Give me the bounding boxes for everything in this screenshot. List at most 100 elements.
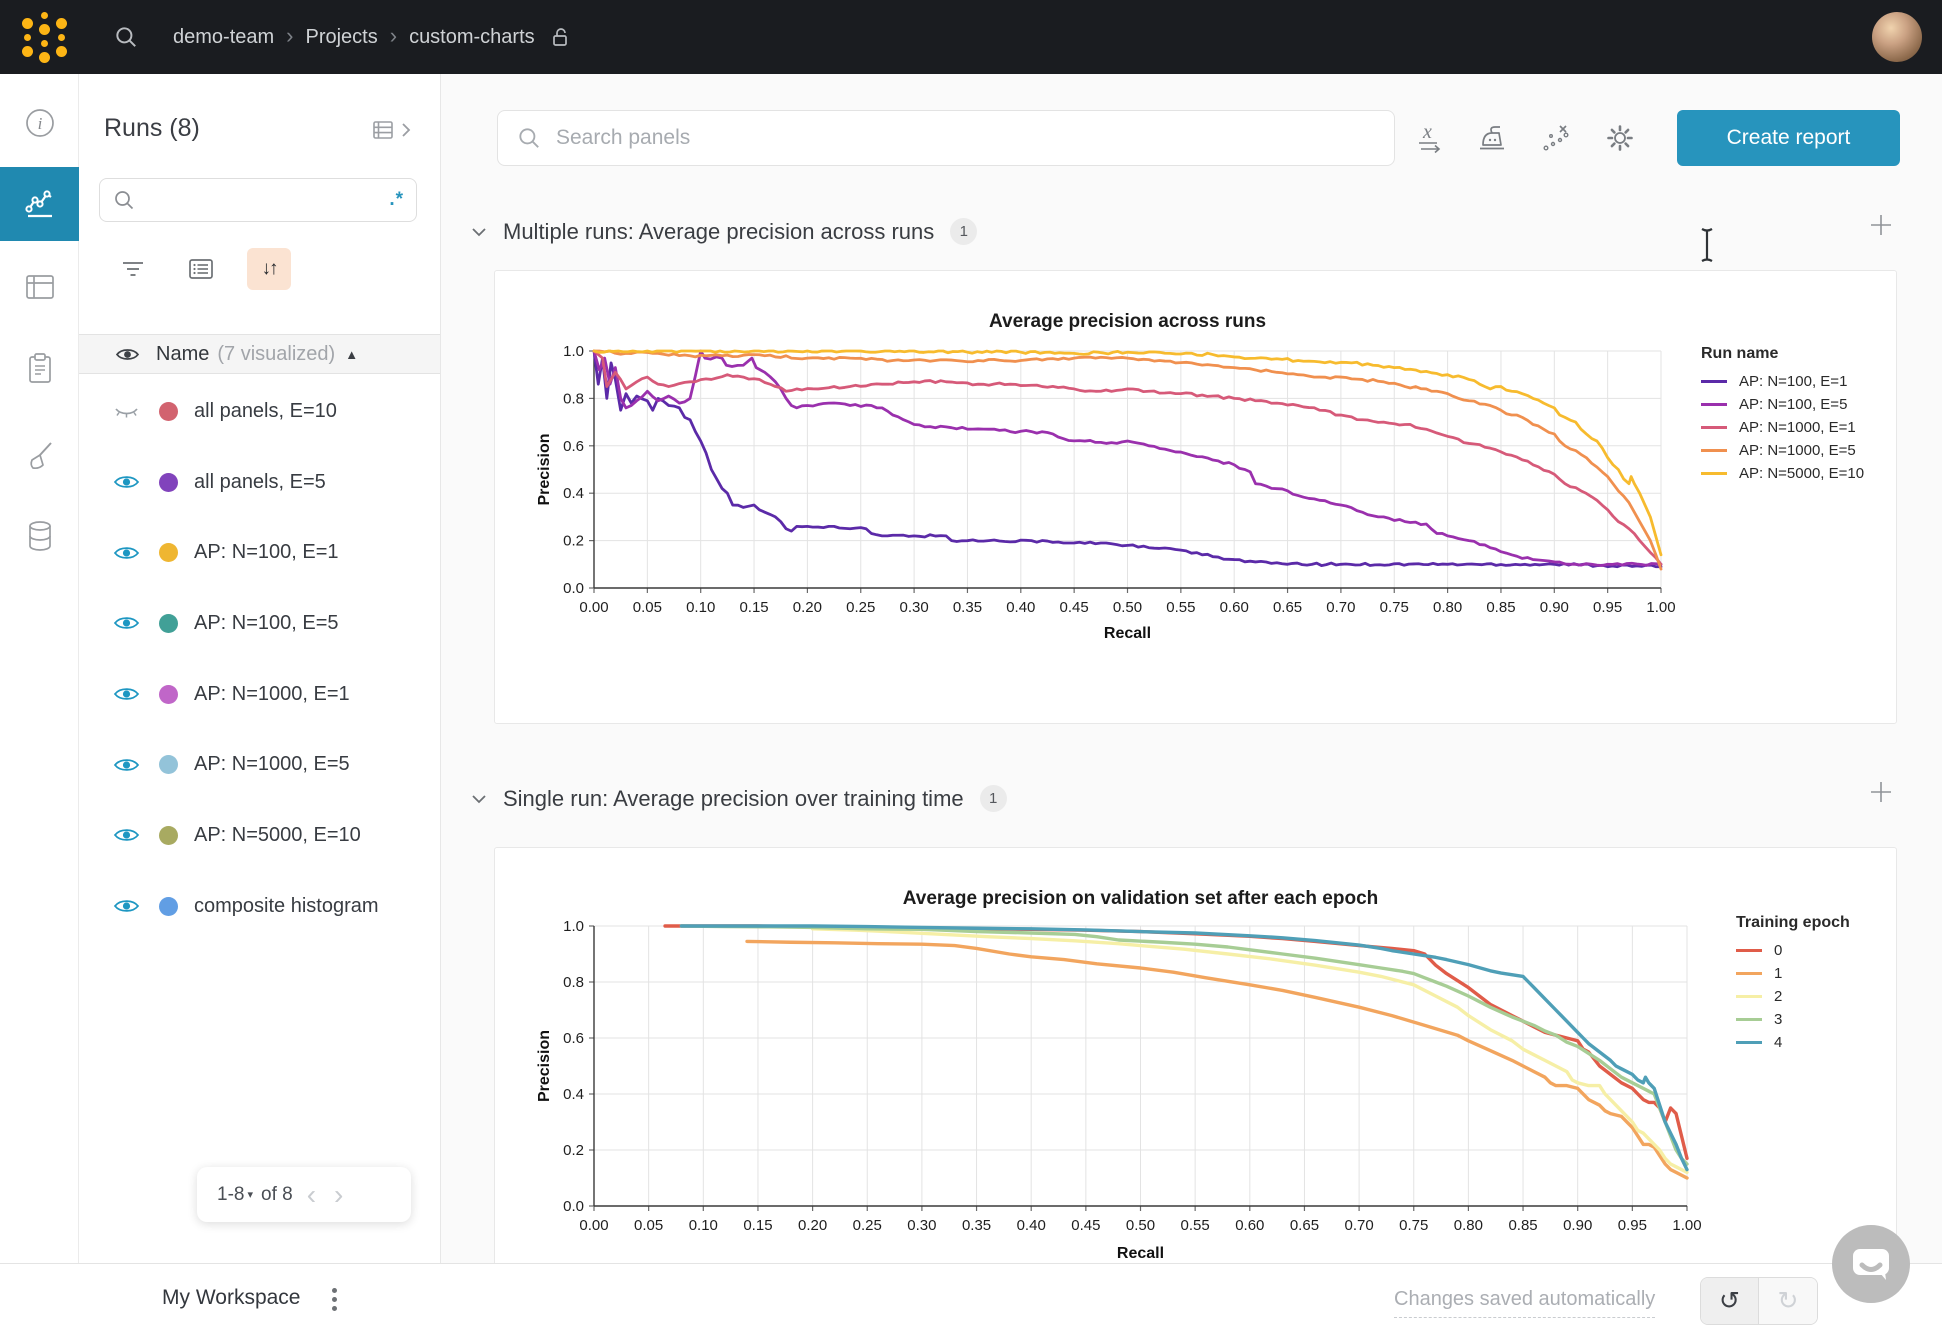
svg-text:0.05: 0.05 [634, 1217, 663, 1234]
chevron-down-icon[interactable] [471, 227, 487, 237]
run-row[interactable]: AP: N=5000, E=10 [79, 800, 440, 871]
x-axis-icon[interactable]: x [1408, 118, 1452, 158]
workspace-menu-kebab-icon[interactable] [328, 1284, 341, 1315]
expand-table-icon[interactable] [372, 118, 412, 142]
run-name-label[interactable]: composite histogram [194, 895, 379, 918]
page-range-select[interactable]: 1-8 [217, 1184, 244, 1206]
section-title[interactable]: Multiple runs: Average precision across … [503, 219, 934, 245]
workspace-title[interactable]: My Workspace [162, 1286, 300, 1310]
redo-button[interactable]: ↻ [1759, 1278, 1817, 1324]
sort-icon[interactable]: ↓↑ [247, 248, 291, 290]
user-avatar[interactable] [1872, 12, 1922, 62]
runs-name-header[interactable]: Name (7 visualized) ▲ [79, 334, 440, 374]
run-name-label[interactable]: all panels, E=5 [194, 471, 326, 494]
chart-panel-average-precision-per-epoch[interactable]: Average precision on validation set afte… [494, 847, 1897, 1263]
panel-search-input[interactable] [556, 126, 1376, 150]
next-page-button[interactable]: › [334, 1181, 343, 1209]
runs-list: all panels, E=10 all panels, E=5 AP: N=100… [79, 376, 440, 942]
eye-open-icon[interactable] [109, 756, 143, 774]
run-row[interactable]: all panels, E=10 [79, 376, 440, 447]
svg-text:0.4: 0.4 [563, 485, 584, 502]
eye-open-icon[interactable] [109, 826, 143, 844]
run-color-dot [159, 897, 178, 916]
run-row[interactable]: composite histogram [79, 871, 440, 942]
run-color-dot [159, 402, 178, 421]
undo-button[interactable]: ↺ [1701, 1278, 1759, 1324]
run-name-label[interactable]: AP: N=1000, E=5 [194, 753, 350, 776]
eye-open-icon[interactable] [109, 473, 143, 491]
eye-open-icon[interactable] [109, 544, 143, 562]
run-name-label[interactable]: AP: N=1000, E=1 [194, 683, 350, 706]
run-row[interactable]: AP: N=1000, E=1 [79, 659, 440, 730]
legend-item: 2 [1736, 988, 1850, 1005]
artifacts-database-icon[interactable] [0, 508, 79, 564]
runs-tools: ↓↑ [111, 248, 291, 290]
run-color-dot [159, 614, 178, 633]
legend-item: AP: N=1000, E=5 [1701, 442, 1864, 459]
workspace-panels-icon[interactable] [0, 167, 79, 241]
svg-text:0.2: 0.2 [563, 533, 584, 550]
run-row[interactable]: AP: N=100, E=5 [79, 588, 440, 659]
svg-text:0.15: 0.15 [739, 599, 768, 616]
svg-text:0.35: 0.35 [962, 1217, 991, 1234]
caret-down-icon[interactable]: ▾ [247, 1188, 253, 1201]
run-row[interactable]: AP: N=100, E=1 [79, 517, 440, 588]
legend-swatch [1736, 1018, 1762, 1021]
eye-open-icon[interactable] [109, 685, 143, 703]
runs-search-input[interactable] [146, 190, 389, 211]
eye-closed-icon[interactable] [109, 402, 143, 420]
eye-icon[interactable] [115, 346, 140, 363]
line-chart-canvas[interactable]: 0.000.050.100.150.200.250.300.350.400.45… [535, 331, 1675, 661]
wandb-logo[interactable] [22, 12, 67, 63]
breadcrumb-projects[interactable]: Projects [305, 26, 377, 49]
autosave-status[interactable]: Changes saved automatically [1394, 1288, 1655, 1318]
run-name-label[interactable]: all panels, E=10 [194, 400, 337, 423]
notes-clipboard-icon[interactable] [0, 341, 79, 397]
settings-gear-icon[interactable] [1598, 118, 1642, 158]
legend-label: AP: N=100, E=5 [1739, 396, 1847, 413]
section-title[interactable]: Single run: Average precision over train… [503, 786, 964, 812]
run-color-dot [159, 685, 178, 704]
regex-toggle[interactable]: .* [389, 189, 404, 211]
svg-text:1.0: 1.0 [563, 343, 584, 360]
smoothing-iron-icon[interactable] [1470, 118, 1514, 158]
chat-bubble-button[interactable] [1832, 1225, 1910, 1303]
legend-swatch [1736, 972, 1762, 975]
group-list-icon[interactable] [179, 248, 223, 290]
filter-icon[interactable] [111, 248, 155, 290]
run-name-label[interactable]: AP: N=100, E=1 [194, 541, 339, 564]
legend-item: AP: N=100, E=1 [1701, 373, 1864, 390]
run-name-label[interactable]: AP: N=5000, E=10 [194, 824, 361, 847]
eye-open-icon[interactable] [109, 614, 143, 632]
svg-text:0.55: 0.55 [1166, 599, 1195, 616]
chevron-right-icon: › [390, 25, 397, 47]
chart-panel-average-precision-across-runs[interactable]: Average precision across runs 0.000.050.… [494, 270, 1897, 724]
runs-table-icon[interactable] [0, 259, 79, 315]
add-panel-icon[interactable] [1866, 210, 1896, 240]
eye-open-icon[interactable] [109, 897, 143, 915]
outlier-scatter-icon[interactable] [1534, 118, 1578, 158]
prev-page-button[interactable]: ‹ [307, 1181, 316, 1209]
history-buttons: ↺ ↻ [1700, 1277, 1818, 1325]
info-icon[interactable]: i [0, 95, 79, 151]
svg-text:0.40: 0.40 [1017, 1217, 1046, 1234]
run-name-label[interactable]: AP: N=100, E=5 [194, 612, 339, 635]
search-icon[interactable] [113, 24, 139, 50]
svg-text:0.70: 0.70 [1344, 1217, 1373, 1234]
sweeps-broom-icon[interactable] [0, 428, 79, 484]
run-row[interactable]: all panels, E=5 [79, 447, 440, 518]
add-panel-icon[interactable] [1866, 777, 1896, 807]
svg-text:Precision: Precision [536, 1030, 553, 1102]
breadcrumb-project-name[interactable]: custom-charts [409, 26, 535, 49]
svg-text:0.05: 0.05 [633, 599, 662, 616]
create-report-button[interactable]: Create report [1677, 110, 1900, 166]
breadcrumb-team[interactable]: demo-team [173, 26, 274, 49]
sort-asc-caret[interactable]: ▲ [345, 347, 358, 362]
svg-text:0.20: 0.20 [793, 599, 822, 616]
line-chart-canvas[interactable]: 0.000.050.100.150.200.250.300.350.400.45… [535, 914, 1705, 1263]
chevron-down-icon[interactable] [471, 794, 487, 804]
run-row[interactable]: AP: N=1000, E=5 [79, 729, 440, 800]
run-color-dot [159, 543, 178, 562]
legend-label: AP: N=100, E=1 [1739, 373, 1847, 390]
unlock-icon [551, 26, 571, 48]
